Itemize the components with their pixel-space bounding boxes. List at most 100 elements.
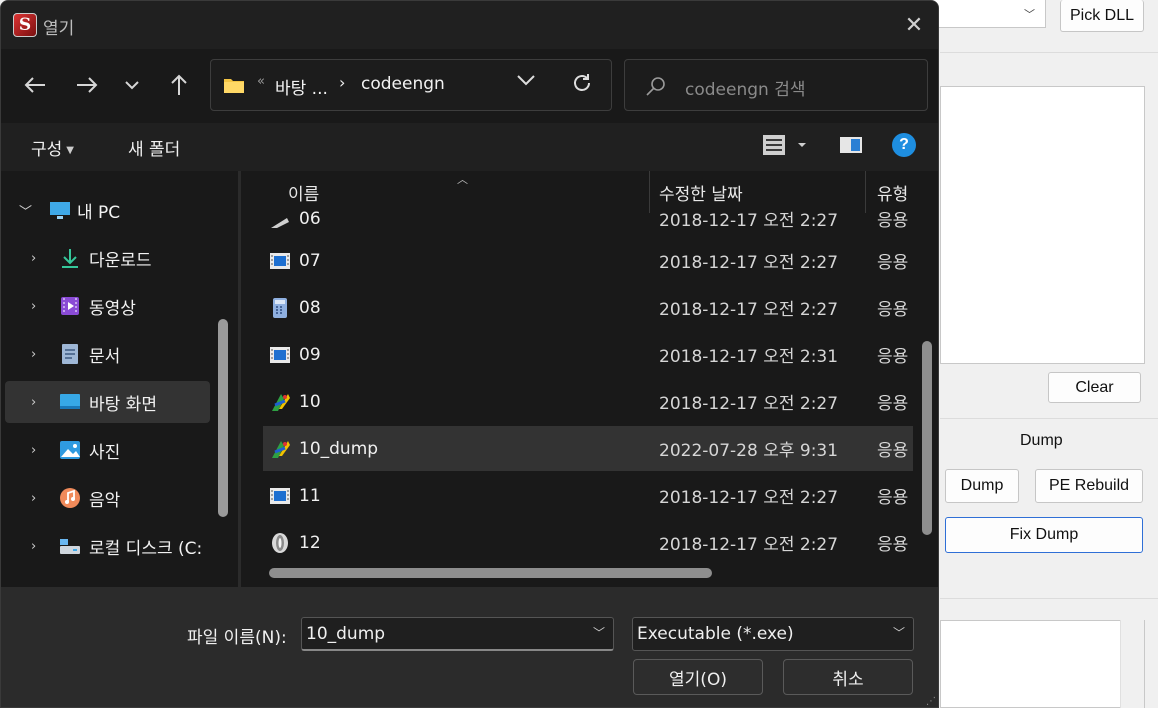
- clear-button[interactable]: Clear: [1048, 372, 1141, 403]
- file-row-09[interactable]: 09 2018-12-17 오전 2:31 응용: [263, 332, 913, 377]
- address-bar[interactable]: « 바탕 ... › codeengn: [210, 59, 612, 111]
- close-button[interactable]: ✕: [890, 1, 938, 49]
- refresh-button[interactable]: [571, 72, 593, 98]
- disc-app-icon: [272, 532, 288, 553]
- download-icon: [62, 249, 78, 268]
- dump-button[interactable]: Dump: [945, 469, 1019, 503]
- output-scrollbar[interactable]: [1120, 620, 1144, 708]
- organize-label: 구성: [31, 140, 63, 160]
- nav-item-videos[interactable]: › 동영상: [5, 285, 210, 327]
- cancel-button[interactable]: 취소: [783, 659, 913, 695]
- chevron-right-icon[interactable]: ›: [31, 251, 36, 266]
- overflow-crumbs[interactable]: «: [257, 74, 265, 89]
- dialog-footer: 파일 이름(N): 10_dump ﹀ Executable (*.exe) ﹀…: [1, 587, 938, 707]
- file-list-horizontal-scrollbar[interactable]: [269, 568, 712, 578]
- divider: [940, 52, 1158, 53]
- file-type: 응용: [877, 488, 909, 508]
- log-textarea[interactable]: [940, 86, 1145, 364]
- file-row-12[interactable]: 12 2018-12-17 오전 2:27 응용: [263, 520, 913, 565]
- recent-locations-button[interactable]: [116, 67, 148, 103]
- back-button[interactable]: [19, 67, 51, 103]
- file-date: 2018-12-17 오전 2:27: [659, 535, 839, 555]
- nav-item-label: 로컬 디스크 (C:: [89, 538, 203, 559]
- open-button[interactable]: 열기(O): [633, 659, 763, 695]
- navigation-pane-scrollbar[interactable]: [218, 319, 228, 517]
- up-button[interactable]: [163, 67, 195, 103]
- drive-icon: [60, 539, 80, 554]
- file-list-vertical-scrollbar[interactable]: [922, 341, 932, 535]
- file-row-10[interactable]: 10 2018-12-17 오전 2:27 응용: [263, 379, 913, 424]
- file-list: 이름 ︿ 수정한 날짜 유형 06 2018-12-17 오전 2:27 응용 …: [241, 171, 938, 587]
- breadcrumb-separator[interactable]: ›: [339, 73, 345, 92]
- nav-item-this-pc[interactable]: ﹀ 내 PC: [5, 189, 210, 231]
- view-options-button[interactable]: [763, 133, 811, 161]
- chevron-right-icon[interactable]: ›: [31, 299, 36, 314]
- file-type: 응용: [877, 300, 909, 320]
- file-date: 2018-12-17 오전 2:27: [659, 394, 839, 414]
- chevron-right-icon[interactable]: ›: [31, 443, 36, 458]
- file-type: 응용: [877, 211, 909, 231]
- dialog-title: 열기: [43, 19, 75, 39]
- nav-item-downloads[interactable]: › 다운로드: [5, 237, 210, 279]
- app-icon: [271, 217, 289, 228]
- preview-pane-icon: [840, 137, 862, 153]
- nav-item-local-disk[interactable]: › 로컬 디스크 (C:: [5, 525, 210, 567]
- address-dropdown-button[interactable]: [517, 74, 535, 90]
- output-textarea[interactable]: [940, 620, 1145, 708]
- file-type: 응용: [877, 441, 909, 461]
- nav-item-label: 문서: [89, 346, 121, 367]
- file-type: 응용: [877, 394, 909, 414]
- nav-item-desktop[interactable]: › 바탕 화면: [5, 381, 210, 423]
- dialog-titlebar[interactable]: S 열기 ✕: [1, 1, 938, 49]
- chevron-right-icon[interactable]: ›: [31, 347, 36, 362]
- search-box[interactable]: codeengn 검색: [624, 59, 928, 111]
- file-row-08[interactable]: 08 2018-12-17 오전 2:27 응용: [263, 285, 913, 330]
- file-row-10-dump[interactable]: 10_dump 2022-07-28 오후 9:31 응용: [263, 426, 913, 471]
- chevron-down-icon: ﹀: [892, 626, 905, 640]
- chevron-down-icon[interactable]: ﹀: [593, 624, 605, 641]
- computer-icon: [50, 202, 70, 219]
- pe-rebuild-button[interactable]: PE Rebuild: [1035, 469, 1143, 503]
- file-name: 10: [299, 391, 321, 412]
- filename-input[interactable]: 10_dump ﹀: [301, 617, 614, 651]
- forward-button[interactable]: [71, 67, 103, 103]
- file-row-11[interactable]: 11 2018-12-17 오전 2:27 응용: [263, 473, 913, 518]
- new-folder-button[interactable]: 새 폴더: [128, 135, 180, 160]
- filename-value: 10_dump: [306, 624, 386, 644]
- nav-item-documents[interactable]: › 문서: [5, 333, 210, 375]
- nav-item-pictures[interactable]: › 사진: [5, 429, 210, 471]
- command-toolbar: 구성 ▼ 새 폴더 ?: [1, 123, 938, 171]
- file-row-07[interactable]: 07 2018-12-17 오전 2:27 응용: [263, 238, 913, 283]
- pick-dll-button[interactable]: Pick DLL: [1060, 0, 1144, 32]
- sort-ascending-icon: ︿: [457, 173, 468, 186]
- nav-item-label: 사진: [89, 442, 121, 463]
- nav-item-label: 동영상: [89, 298, 136, 319]
- preview-pane-button[interactable]: [839, 133, 863, 161]
- breadcrumb-desktop[interactable]: 바탕 ...: [275, 74, 328, 99]
- nav-item-label: 음악: [89, 490, 121, 511]
- chevron-down-icon: [125, 81, 139, 90]
- resize-grip-icon[interactable]: ⋰: [926, 696, 936, 707]
- nav-item-music[interactable]: › 음악: [5, 477, 210, 519]
- dump-group-label: Dump: [1020, 432, 1063, 449]
- window-app-icon: [270, 487, 290, 504]
- file-name: 07: [299, 250, 321, 271]
- file-date: 2018-12-17 오전 2:27: [659, 488, 839, 508]
- chevron-right-icon[interactable]: ›: [31, 491, 36, 506]
- chevron-right-icon[interactable]: ›: [31, 395, 36, 410]
- window-app-icon: [270, 346, 290, 363]
- organize-menu[interactable]: 구성 ▼: [31, 135, 74, 160]
- file-row-06[interactable]: 06 2018-12-17 오전 2:27 응용: [263, 196, 913, 241]
- process-select[interactable]: ﹀: [930, 0, 1046, 28]
- chevron-down-icon: ﹀: [1024, 8, 1035, 21]
- chevron-down-icon[interactable]: ﹀: [19, 201, 32, 220]
- chevron-right-icon[interactable]: ›: [31, 539, 36, 554]
- navigation-pane: ﹀ 내 PC › 다운로드 › 동영상 › 문서 › 바탕 화면 › 사진 › …: [1, 171, 239, 587]
- nav-item-label: 내 PC: [77, 202, 121, 223]
- file-date: 2018-12-17 오전 2:27: [659, 300, 839, 320]
- filetype-select[interactable]: Executable (*.exe) ﹀: [632, 617, 914, 651]
- help-button[interactable]: ?: [892, 133, 916, 157]
- breadcrumb-codeengn[interactable]: codeengn: [361, 74, 445, 94]
- fix-dump-button[interactable]: Fix Dump: [945, 517, 1143, 553]
- open-file-dialog: S 열기 ✕ « 바탕 ... › codeengn codeengn 검색 구…: [0, 0, 939, 708]
